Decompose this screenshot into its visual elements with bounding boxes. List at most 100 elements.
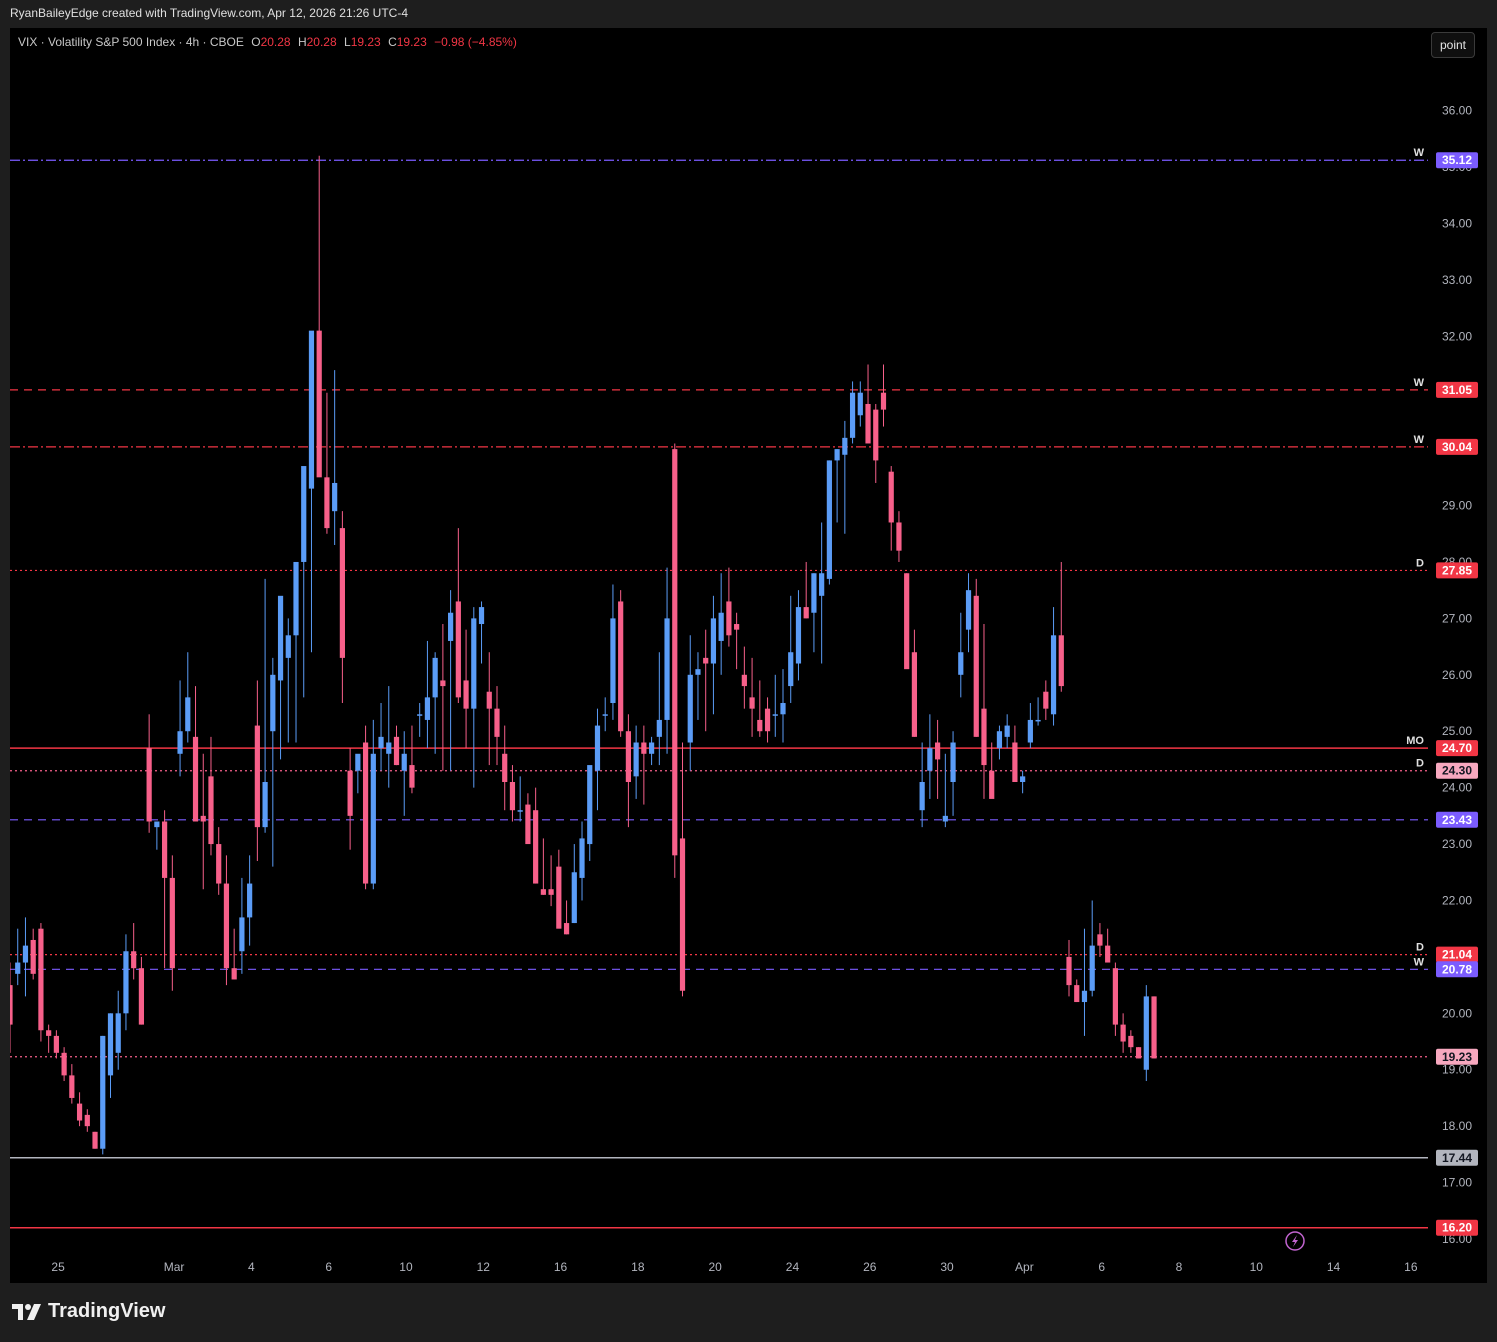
x-tick-label: Mar <box>164 1260 185 1274</box>
level-tag-letter: W <box>1414 377 1425 389</box>
candle-body <box>788 652 794 687</box>
candle <box>602 697 608 732</box>
y-tick-label: 25.00 <box>1442 724 1472 738</box>
candle-body <box>455 601 461 698</box>
candle <box>880 364 887 427</box>
candle-body <box>162 821 168 878</box>
candle <box>517 776 523 822</box>
candle <box>1135 1047 1142 1059</box>
candle <box>834 449 840 523</box>
candle-body <box>131 951 137 969</box>
candle <box>378 703 384 771</box>
candle-body <box>92 1131 98 1149</box>
candle <box>571 844 577 924</box>
candle-body <box>424 697 431 720</box>
price-axis: 16.0017.0018.0019.0020.0021.0022.0023.00… <box>1442 104 1472 1246</box>
candle-body <box>625 731 631 782</box>
candle <box>896 511 902 562</box>
candle-body <box>973 595 979 737</box>
candle-body <box>548 889 554 895</box>
price-tag-label: 17.44 <box>1442 1151 1472 1165</box>
candle <box>53 1030 59 1059</box>
price-tag-label: 31.05 <box>1442 383 1472 397</box>
candle <box>772 674 778 737</box>
candle <box>22 917 29 997</box>
candle-body <box>53 1035 59 1053</box>
price-tag-label: 35.12 <box>1442 153 1472 167</box>
candle <box>1074 979 1080 1003</box>
candle-body <box>254 725 260 828</box>
candle-body <box>347 770 353 816</box>
candle <box>417 703 423 737</box>
x-tick-label: 6 <box>1098 1260 1105 1274</box>
candle <box>1004 714 1010 749</box>
candle <box>1128 1030 1134 1053</box>
candle-body <box>200 815 206 822</box>
candle-body <box>1112 968 1118 1025</box>
tradingview-logo[interactable]: TradingView <box>12 1300 165 1323</box>
candle-body <box>216 844 222 884</box>
candle-body <box>177 731 183 754</box>
candle <box>811 573 817 653</box>
candle <box>795 590 802 681</box>
candle-body <box>1143 996 1149 1070</box>
candle <box>502 725 508 811</box>
candle-body <box>486 691 492 709</box>
candle-body <box>509 781 516 811</box>
candle-body <box>656 719 662 737</box>
candle <box>154 821 160 850</box>
candle <box>347 748 353 850</box>
candle <box>958 612 964 698</box>
candle-body <box>641 742 647 754</box>
candle <box>301 466 307 698</box>
candlestick-chart[interactable]: 16.0017.0018.0019.0020.0021.0022.0023.00… <box>10 28 1487 1283</box>
candle <box>332 370 338 546</box>
candle-body <box>231 968 237 980</box>
candle-body <box>795 607 802 664</box>
candle-body <box>316 330 322 478</box>
candle <box>69 1064 75 1104</box>
candle <box>873 403 879 483</box>
candle-body <box>223 883 230 969</box>
candle <box>679 742 686 997</box>
y-tick-label: 20.00 <box>1442 1006 1472 1020</box>
candle-body <box>192 736 199 822</box>
candle-body <box>679 838 686 991</box>
candle-body <box>115 1013 121 1053</box>
candle-body <box>270 674 276 732</box>
level-tag-letter: D <box>1416 758 1424 770</box>
candle <box>270 657 276 867</box>
candle-body <box>880 392 887 410</box>
candle <box>393 725 400 766</box>
y-tick-label: 24.00 <box>1442 781 1472 795</box>
candle-body <box>571 872 577 924</box>
candle-body <box>517 810 523 812</box>
candle <box>625 714 631 828</box>
y-tick-label: 18.00 <box>1442 1119 1472 1133</box>
candle-body <box>432 657 438 698</box>
candle <box>826 460 832 585</box>
chart-panel[interactable]: VIX · Volatility S&P 500 Index · 4h · CB… <box>10 28 1487 1283</box>
candle-body <box>857 392 863 416</box>
candle <box>703 629 709 732</box>
candle <box>965 573 972 653</box>
candle-body <box>834 449 840 461</box>
candle-body <box>734 624 740 630</box>
level-tag-letter: W <box>1414 147 1425 159</box>
candle <box>162 810 168 969</box>
price-tag-label: 24.30 <box>1442 764 1472 778</box>
candle <box>1143 985 1149 1082</box>
candle-body <box>401 753 407 771</box>
candle <box>973 578 979 737</box>
candle-body <box>772 714 778 716</box>
candle-body <box>339 528 345 658</box>
level-tag-letter: D <box>1416 557 1424 569</box>
candle-body <box>718 612 724 641</box>
candle <box>463 629 469 749</box>
candle-body <box>471 618 477 709</box>
candle <box>339 511 345 704</box>
candle <box>788 595 794 704</box>
candle <box>687 635 693 771</box>
candle-body <box>1027 719 1033 743</box>
candle <box>641 725 647 805</box>
